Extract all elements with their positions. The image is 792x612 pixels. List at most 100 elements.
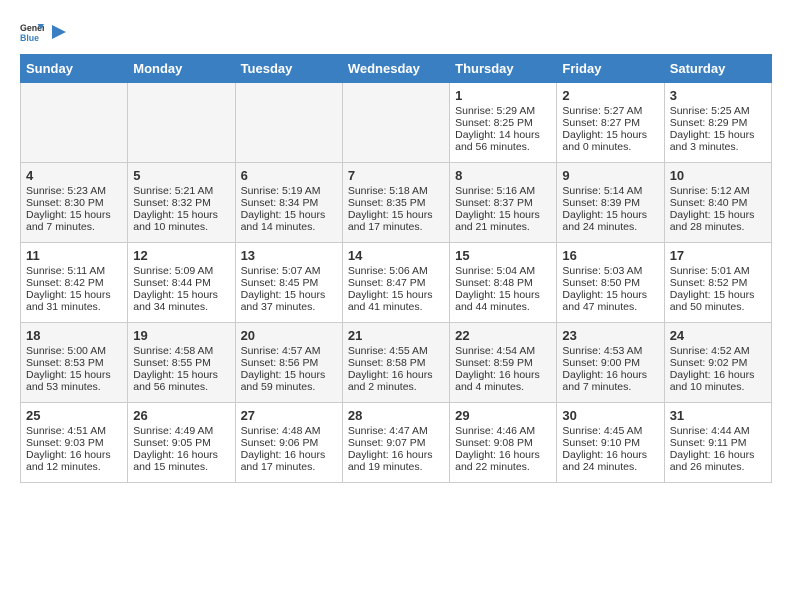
day-info: Daylight: 16 hours and 12 minutes. (26, 449, 122, 473)
day-info: Sunset: 8:37 PM (455, 197, 551, 209)
day-info: Sunrise: 4:52 AM (670, 345, 766, 357)
day-info: Sunset: 9:08 PM (455, 437, 551, 449)
day-info: Daylight: 16 hours and 2 minutes. (348, 369, 444, 393)
header-day-tuesday: Tuesday (235, 55, 342, 83)
day-info: Sunset: 8:35 PM (348, 197, 444, 209)
day-number: 15 (455, 248, 551, 263)
calendar-cell: 15Sunrise: 5:04 AMSunset: 8:48 PMDayligh… (450, 243, 557, 323)
calendar-cell: 1 Sunrise: 5:29 AMSunset: 8:25 PMDaylight… (450, 83, 557, 163)
day-info: Daylight: 16 hours and 19 minutes. (348, 449, 444, 473)
day-info: Sunrise: 5:18 AM (348, 185, 444, 197)
calendar-cell (235, 83, 342, 163)
day-info: Daylight: 15 hours and 10 minutes. (133, 209, 229, 233)
day-info: Daylight: 15 hours and 28 minutes. (670, 209, 766, 233)
day-number: 14 (348, 248, 444, 263)
day-info: Sunset: 9:02 PM (670, 357, 766, 369)
day-info: Sunrise: 4:51 AM (26, 425, 122, 437)
day-info: Sunrise: 5:07 AM (241, 265, 337, 277)
week-row-4: 18Sunrise: 5:00 AMSunset: 8:53 PMDayligh… (21, 323, 772, 403)
calendar-header-row: SundayMondayTuesdayWednesdayThursdayFrid… (21, 55, 772, 83)
day-info: Sunrise: 5:25 AM (670, 105, 766, 117)
day-info: Sunrise: 5:29 AM (455, 105, 551, 117)
calendar-cell: 24Sunrise: 4:52 AMSunset: 9:02 PMDayligh… (664, 323, 771, 403)
day-number: 18 (26, 328, 122, 343)
day-number: 6 (241, 168, 337, 183)
day-number: 26 (133, 408, 229, 423)
calendar-cell (21, 83, 128, 163)
day-info: Sunset: 9:00 PM (562, 357, 658, 369)
day-info: Sunset: 8:30 PM (26, 197, 122, 209)
day-info: Sunrise: 5:21 AM (133, 185, 229, 197)
calendar-cell: 20Sunrise: 4:57 AMSunset: 8:56 PMDayligh… (235, 323, 342, 403)
day-info: Daylight: 15 hours and 3 minutes. (670, 129, 766, 153)
day-info: Sunset: 8:25 PM (455, 117, 551, 129)
day-info: Sunrise: 4:58 AM (133, 345, 229, 357)
day-info: Daylight: 15 hours and 14 minutes. (241, 209, 337, 233)
day-info: Daylight: 15 hours and 47 minutes. (562, 289, 658, 313)
calendar-cell: 6Sunrise: 5:19 AMSunset: 8:34 PMDaylight… (235, 163, 342, 243)
day-number: 5 (133, 168, 229, 183)
calendar-cell (128, 83, 235, 163)
day-info: Daylight: 15 hours and 53 minutes. (26, 369, 122, 393)
day-number: 1 (455, 88, 551, 103)
calendar-table: SundayMondayTuesdayWednesdayThursdayFrid… (20, 54, 772, 483)
day-info: Sunrise: 5:11 AM (26, 265, 122, 277)
calendar-cell: 22Sunrise: 4:54 AMSunset: 8:59 PMDayligh… (450, 323, 557, 403)
day-info: Daylight: 16 hours and 15 minutes. (133, 449, 229, 473)
day-number: 13 (241, 248, 337, 263)
calendar-cell: 18 Sunrise: 5:00 AMSunset: 8:53 PMDayligh… (21, 323, 128, 403)
day-info: Sunset: 8:59 PM (455, 357, 551, 369)
day-info: Daylight: 15 hours and 17 minutes. (348, 209, 444, 233)
day-info: Daylight: 15 hours and 41 minutes. (348, 289, 444, 313)
day-info: Daylight: 15 hours and 50 minutes. (670, 289, 766, 313)
day-number: 25 (26, 408, 122, 423)
day-number: 8 (455, 168, 551, 183)
calendar-cell: 17Sunrise: 5:01 AMSunset: 8:52 PMDayligh… (664, 243, 771, 323)
day-info: Daylight: 16 hours and 26 minutes. (670, 449, 766, 473)
day-info: Sunset: 9:05 PM (133, 437, 229, 449)
day-info: Sunrise: 5:04 AM (455, 265, 551, 277)
header-day-sunday: Sunday (21, 55, 128, 83)
day-info: Sunrise: 5:23 AM (26, 185, 122, 197)
day-info: Sunset: 8:29 PM (670, 117, 766, 129)
day-info: Sunset: 8:34 PM (241, 197, 337, 209)
day-info: Daylight: 16 hours and 24 minutes. (562, 449, 658, 473)
day-info: Sunset: 8:53 PM (26, 357, 122, 369)
day-info: Sunrise: 5:27 AM (562, 105, 658, 117)
day-number: 31 (670, 408, 766, 423)
logo-icon: General Blue (20, 20, 44, 44)
day-info: Sunset: 9:06 PM (241, 437, 337, 449)
day-info: Sunrise: 4:44 AM (670, 425, 766, 437)
day-info: Sunset: 8:44 PM (133, 277, 229, 289)
calendar-cell: 8Sunrise: 5:16 AMSunset: 8:37 PMDaylight… (450, 163, 557, 243)
day-info: Sunset: 8:55 PM (133, 357, 229, 369)
day-number: 24 (670, 328, 766, 343)
day-info: Sunrise: 4:49 AM (133, 425, 229, 437)
day-info: Sunrise: 5:01 AM (670, 265, 766, 277)
day-number: 29 (455, 408, 551, 423)
day-info: Daylight: 14 hours and 56 minutes. (455, 129, 551, 153)
day-info: Sunset: 8:40 PM (670, 197, 766, 209)
day-number: 21 (348, 328, 444, 343)
day-number: 10 (670, 168, 766, 183)
week-row-2: 4Sunrise: 5:23 AMSunset: 8:30 PMDaylight… (21, 163, 772, 243)
day-number: 2 (562, 88, 658, 103)
day-info: Sunrise: 5:00 AM (26, 345, 122, 357)
day-info: Daylight: 15 hours and 24 minutes. (562, 209, 658, 233)
day-info: Daylight: 15 hours and 7 minutes. (26, 209, 122, 233)
calendar-cell: 25Sunrise: 4:51 AMSunset: 9:03 PMDayligh… (21, 403, 128, 483)
day-number: 30 (562, 408, 658, 423)
day-info: Sunset: 8:52 PM (670, 277, 766, 289)
header-day-friday: Friday (557, 55, 664, 83)
page-header: General Blue (20, 20, 772, 44)
day-info: Sunset: 8:39 PM (562, 197, 658, 209)
day-number: 22 (455, 328, 551, 343)
header-day-thursday: Thursday (450, 55, 557, 83)
day-info: Daylight: 15 hours and 34 minutes. (133, 289, 229, 313)
day-info: Sunrise: 4:47 AM (348, 425, 444, 437)
day-info: Sunset: 8:48 PM (455, 277, 551, 289)
day-number: 3 (670, 88, 766, 103)
calendar-cell: 5Sunrise: 5:21 AMSunset: 8:32 PMDaylight… (128, 163, 235, 243)
calendar-cell: 16Sunrise: 5:03 AMSunset: 8:50 PMDayligh… (557, 243, 664, 323)
calendar-cell: 13Sunrise: 5:07 AMSunset: 8:45 PMDayligh… (235, 243, 342, 323)
